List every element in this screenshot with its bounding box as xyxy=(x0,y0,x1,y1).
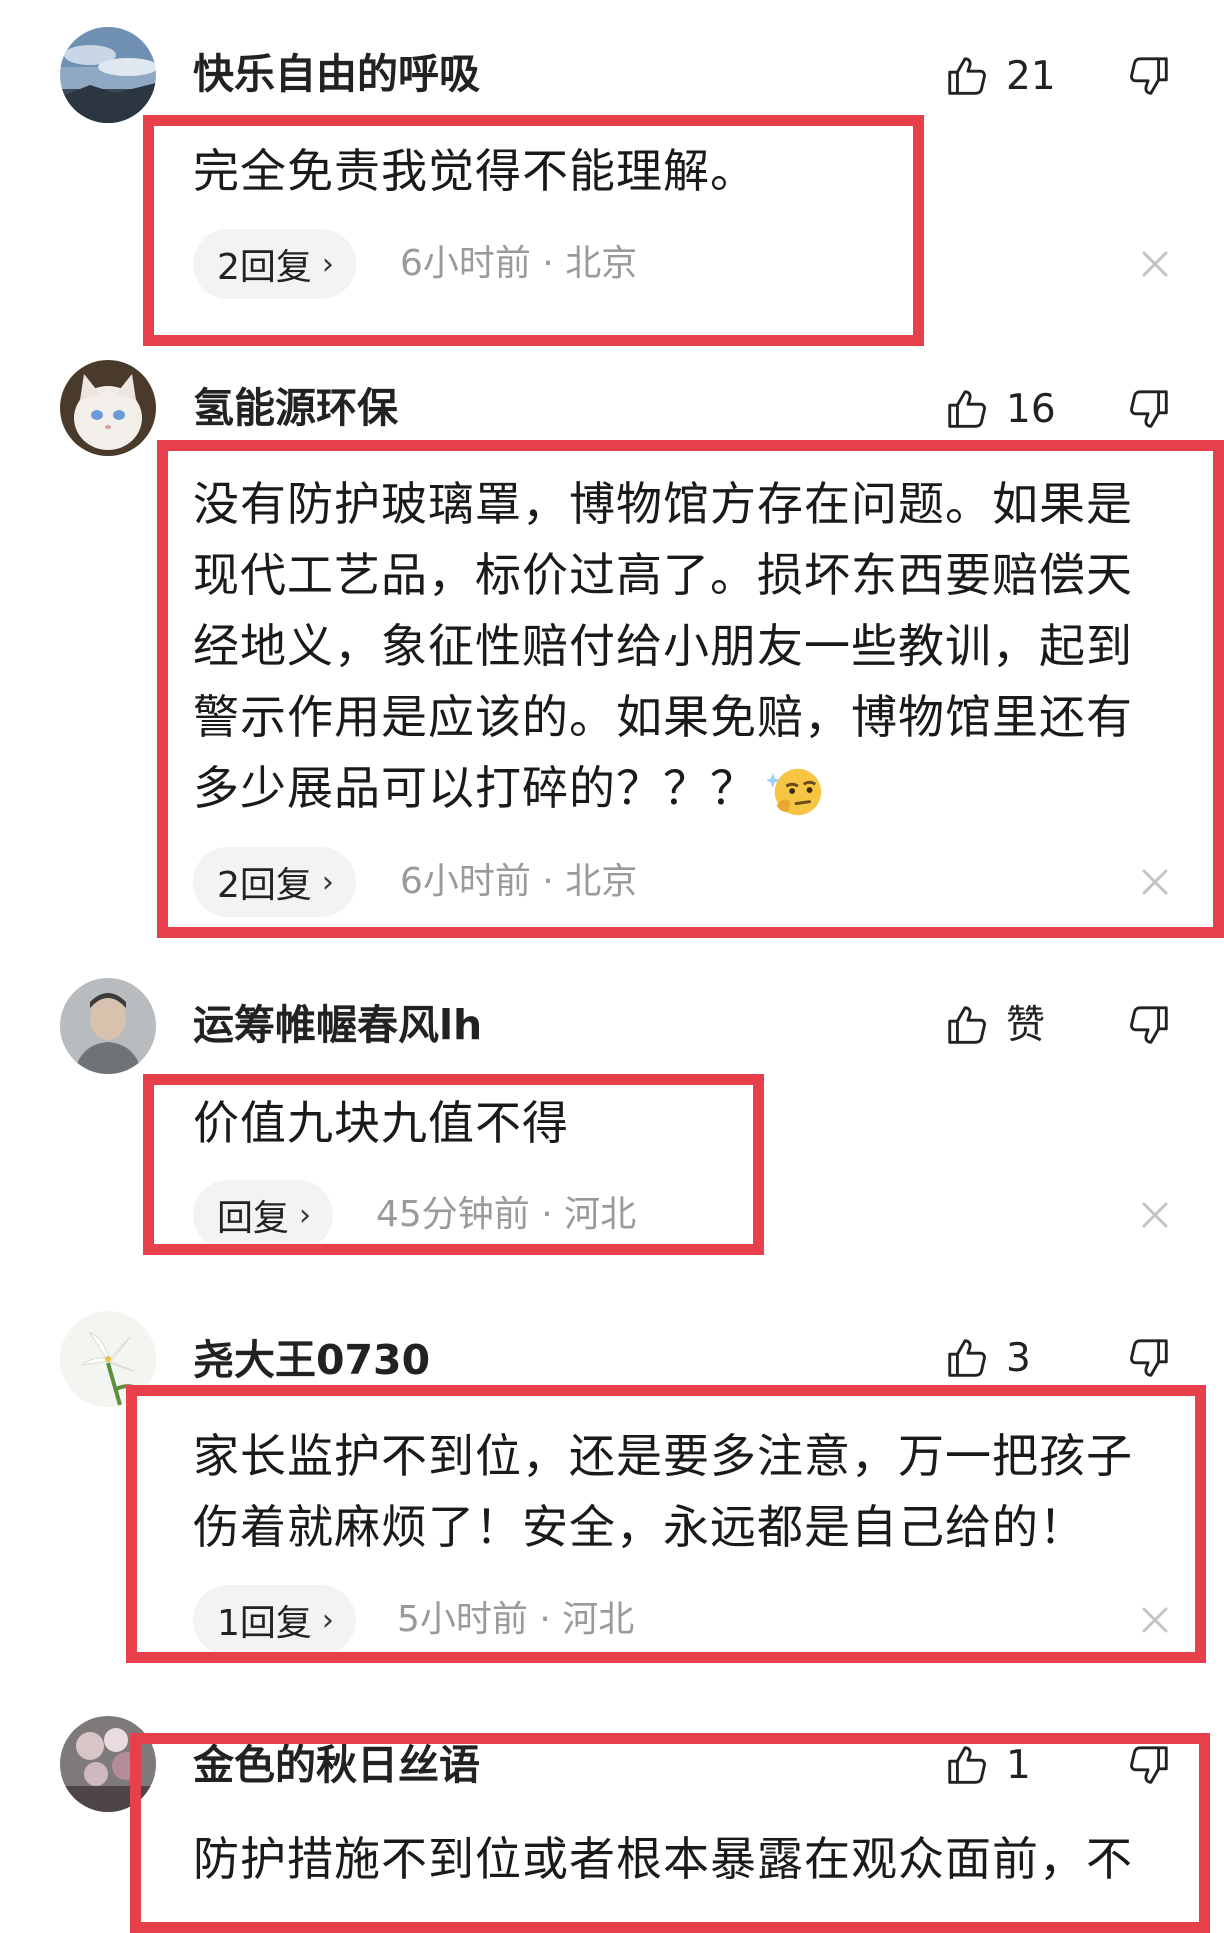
thumbs-down-icon[interactable] xyxy=(1126,1002,1172,1048)
thumbs-up-icon[interactable] xyxy=(944,53,990,99)
username[interactable]: 快乐自由的呼吸 xyxy=(193,54,480,95)
like-count: 16 xyxy=(1006,386,1056,432)
chevron-right-icon: › xyxy=(321,1602,334,1638)
close-icon[interactable] xyxy=(1136,863,1174,901)
avatar-lily-icon[interactable] xyxy=(60,1311,156,1407)
thumbs-up-icon[interactable] xyxy=(944,386,990,432)
chevron-right-icon: › xyxy=(299,1197,312,1233)
username[interactable]: 氢能源环保 xyxy=(193,388,398,429)
chevron-right-icon: › xyxy=(321,246,334,282)
avatar-sky-icon[interactable] xyxy=(60,27,156,123)
close-icon[interactable] xyxy=(1136,245,1174,283)
thumbs-up-icon[interactable] xyxy=(944,1002,990,1048)
like-button[interactable]: 16 xyxy=(944,384,1056,434)
like-button[interactable]: 21 xyxy=(944,51,1056,101)
reply-button[interactable]: 2回复 › xyxy=(193,847,356,917)
thinking-face-emoji-icon xyxy=(767,768,822,815)
reply-label: 回复 xyxy=(217,1198,290,1239)
close-icon[interactable] xyxy=(1136,1601,1174,1639)
comment-text: 价值九块九值不得 xyxy=(193,1096,569,1150)
thumbs-up-icon[interactable] xyxy=(944,1335,990,1381)
comment-meta: 45分钟前 · 河北 xyxy=(376,1194,637,1235)
thumbs-down-icon[interactable] xyxy=(1126,53,1172,99)
like-count: 1 xyxy=(1006,1742,1031,1788)
username[interactable]: 金色的秋日丝语 xyxy=(193,1745,480,1786)
chevron-right-icon: › xyxy=(321,864,334,900)
reply-button[interactable]: 1回复 › xyxy=(193,1585,356,1655)
thumbs-down-icon[interactable] xyxy=(1126,1335,1172,1381)
comment-text: 没有防护玻璃罩，博物馆方存在问题。如果是现代工艺品，标价过高了。损坏东西要赔偿天… xyxy=(193,469,1173,824)
avatar-cat-icon[interactable] xyxy=(60,360,156,456)
comment-text: 家长监护不到位，还是要多注意，万一把孩子伤着就麻烦了！安全，永远都是自己给的！ xyxy=(193,1429,1133,1554)
avatar-person-icon[interactable] xyxy=(60,978,156,1074)
comment-meta: 6小时前 · 北京 xyxy=(400,861,638,902)
reply-label: 2回复 xyxy=(217,247,312,288)
comment-text-content: 没有防护玻璃罩，博物馆方存在问题。如果是现代工艺品，标价过高了。损坏东西要赔偿天… xyxy=(193,477,1133,815)
like-count: 21 xyxy=(1006,53,1056,99)
comment-text: 防护措施不到位或者根本暴露在观众面前，不 xyxy=(193,1832,1133,1886)
like-count: 3 xyxy=(1006,1335,1031,1381)
username[interactable]: 尧大王0730 xyxy=(193,1340,430,1381)
close-icon[interactable] xyxy=(1136,1196,1174,1234)
avatar-flowers-icon[interactable] xyxy=(60,1716,156,1812)
thumbs-down-icon[interactable] xyxy=(1126,386,1172,432)
reply-button[interactable]: 2回复 › xyxy=(193,229,356,299)
like-button[interactable]: 3 xyxy=(944,1333,1031,1383)
like-button[interactable]: 1 xyxy=(944,1740,1031,1790)
comment-meta: 6小时前 · 北京 xyxy=(400,243,638,284)
like-button[interactable]: 赞 xyxy=(944,1000,1045,1050)
username[interactable]: 运筹帷幄春风lh xyxy=(193,1005,482,1046)
thumbs-up-icon[interactable] xyxy=(944,1742,990,1788)
reply-button[interactable]: 回复 › xyxy=(193,1180,334,1250)
thumbs-down-icon[interactable] xyxy=(1126,1742,1172,1788)
comment-text: 完全免责我觉得不能理解。 xyxy=(193,144,757,198)
comment-meta: 5小时前 · 河北 xyxy=(397,1599,635,1640)
reply-label: 2回复 xyxy=(217,865,312,906)
reply-label: 1回复 xyxy=(217,1603,312,1644)
like-label: 赞 xyxy=(1006,1002,1046,1048)
